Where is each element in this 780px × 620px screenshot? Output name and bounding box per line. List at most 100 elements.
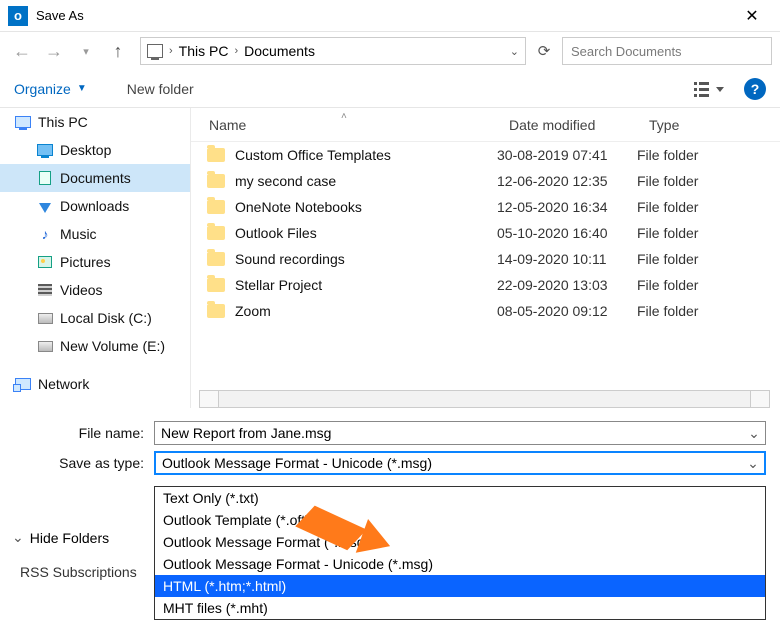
table-row[interactable]: my second case12-06-2020 12:35File folde… <box>191 168 780 194</box>
file-name: Custom Office Templates <box>235 147 497 163</box>
save-type-label: Save as type: <box>14 455 154 471</box>
tree-pictures[interactable]: Pictures <box>0 248 190 276</box>
folder-icon <box>207 200 225 214</box>
file-name-value: New Report from Jane.msg <box>161 425 331 441</box>
table-row[interactable]: Stellar Project22-09-2020 13:03File fold… <box>191 272 780 298</box>
music-icon: ♪ <box>36 226 54 242</box>
pc-icon <box>15 116 31 128</box>
file-date: 14-09-2020 10:11 <box>497 251 637 267</box>
file-name: OneNote Notebooks <box>235 199 497 215</box>
file-type: File folder <box>637 173 780 189</box>
recent-locations-button[interactable]: ▾ <box>72 37 100 65</box>
file-date: 05-10-2020 16:40 <box>497 225 637 241</box>
search-input[interactable]: Search Documents <box>562 37 772 65</box>
tree-downloads[interactable]: Downloads <box>0 192 190 220</box>
file-date: 12-05-2020 16:34 <box>497 199 637 215</box>
breadcrumb-root[interactable]: This PC <box>179 43 229 59</box>
help-button[interactable]: ? <box>744 78 766 100</box>
save-type-option[interactable]: Outlook Template (*.oft) <box>155 509 765 531</box>
tree-music[interactable]: ♪ Music <box>0 220 190 248</box>
save-type-option[interactable]: Text Only (*.txt) <box>155 487 765 509</box>
tree-label: Pictures <box>60 254 111 270</box>
outlook-icon: o <box>8 6 28 26</box>
file-type: File folder <box>637 225 780 241</box>
hide-folders-label: Hide Folders <box>30 530 109 546</box>
col-type[interactable]: Type <box>631 117 780 133</box>
disk-icon <box>38 313 53 324</box>
table-row[interactable]: OneNote Notebooks12-05-2020 16:34File fo… <box>191 194 780 220</box>
file-list: ˄ Name Date modified Type Custom Office … <box>190 108 780 408</box>
tree-this-pc[interactable]: This PC <box>0 108 190 136</box>
file-name-input[interactable]: New Report from Jane.msg ⌄ <box>154 421 766 445</box>
file-date: 12-06-2020 12:35 <box>497 173 637 189</box>
tree-new-volume[interactable]: New Volume (E:) <box>0 332 190 360</box>
file-name: Outlook Files <box>235 225 497 241</box>
chevron-down-icon: ⌄ <box>12 529 24 546</box>
file-name-label: File name: <box>14 425 154 441</box>
folder-icon <box>207 174 225 188</box>
nav-row: ← → ▾ ↑ › This PC › Documents ⌄ ⟳ Search… <box>0 32 780 70</box>
file-date: 08-05-2020 09:12 <box>497 303 637 319</box>
pictures-icon <box>38 256 52 268</box>
rss-subscriptions[interactable]: RSS Subscriptions <box>20 564 137 580</box>
save-type-option[interactable]: MHT files (*.mht) <box>155 597 765 619</box>
horizontal-scrollbar[interactable] <box>199 390 770 408</box>
pc-icon <box>147 44 163 58</box>
disk-icon <box>38 341 53 352</box>
view-options-button[interactable] <box>692 79 726 99</box>
nav-forward-button[interactable]: → <box>40 37 68 65</box>
col-date[interactable]: Date modified <box>491 117 631 133</box>
tree-local-disk[interactable]: Local Disk (C:) <box>0 304 190 332</box>
save-type-value: Outlook Message Format - Unicode (*.msg) <box>162 455 432 471</box>
tree-network[interactable]: Network <box>0 370 190 398</box>
save-type-option[interactable]: Outlook Message Format (*.msg) <box>155 531 765 553</box>
tree-videos[interactable]: Videos <box>0 276 190 304</box>
folder-icon <box>207 252 225 266</box>
organize-label: Organize <box>14 81 71 97</box>
refresh-button[interactable]: ⟳ <box>530 37 558 65</box>
organize-button[interactable]: Organize ▼ <box>14 81 87 97</box>
main-area: This PC Desktop Documents Downloads ♪ Mus… <box>0 108 780 408</box>
desktop-icon <box>37 144 53 156</box>
nav-back-button[interactable]: ← <box>8 37 36 65</box>
file-type: File folder <box>637 251 780 267</box>
chevron-down-icon[interactable]: ⌄ <box>744 455 762 471</box>
new-folder-button[interactable]: New folder <box>127 81 194 97</box>
toolbar: Organize ▼ New folder ? <box>0 70 780 108</box>
chevron-right-icon: › <box>234 45 238 57</box>
address-dropdown-icon[interactable]: ⌄ <box>510 45 519 58</box>
tree-label: Local Disk (C:) <box>60 310 152 326</box>
tree-label: Documents <box>60 170 131 186</box>
file-type: File folder <box>637 147 780 163</box>
table-row[interactable]: Zoom08-05-2020 09:12File folder <box>191 298 780 324</box>
table-row[interactable]: Custom Office Templates30-08-2019 07:41F… <box>191 142 780 168</box>
tree-label: Downloads <box>60 198 129 214</box>
save-type-option[interactable]: Outlook Message Format - Unicode (*.msg) <box>155 553 765 575</box>
file-date: 22-09-2020 13:03 <box>497 277 637 293</box>
close-button[interactable]: ✕ <box>732 6 772 26</box>
nav-up-button[interactable]: ↑ <box>104 37 132 65</box>
save-form: File name: New Report from Jane.msg ⌄ Sa… <box>0 408 780 478</box>
chevron-down-icon[interactable]: ⌄ <box>745 424 763 442</box>
tree-label: New Volume (E:) <box>60 338 165 354</box>
tree-documents[interactable]: Documents <box>0 164 190 192</box>
file-name: my second case <box>235 173 497 189</box>
tree-label: This PC <box>38 114 88 130</box>
address-bar[interactable]: › This PC › Documents ⌄ <box>140 37 526 65</box>
nav-tree: This PC Desktop Documents Downloads ♪ Mus… <box>0 108 190 408</box>
tree-desktop[interactable]: Desktop <box>0 136 190 164</box>
save-type-select[interactable]: Outlook Message Format - Unicode (*.msg)… <box>154 451 766 475</box>
tree-label: Music <box>60 226 97 242</box>
save-type-dropdown[interactable]: Text Only (*.txt)Outlook Template (*.oft… <box>154 486 766 620</box>
tree-label: Desktop <box>60 142 111 158</box>
file-name: Stellar Project <box>235 277 497 293</box>
downloads-icon <box>39 203 51 213</box>
table-row[interactable]: Sound recordings14-09-2020 10:11File fol… <box>191 246 780 272</box>
table-row[interactable]: Outlook Files05-10-2020 16:40File folder <box>191 220 780 246</box>
file-type: File folder <box>637 199 780 215</box>
file-type: File folder <box>637 303 780 319</box>
chevron-right-icon: › <box>169 45 173 57</box>
breadcrumb-folder[interactable]: Documents <box>244 43 315 59</box>
folder-icon <box>207 278 225 292</box>
hide-folders-button[interactable]: ⌄ Hide Folders <box>12 529 109 546</box>
